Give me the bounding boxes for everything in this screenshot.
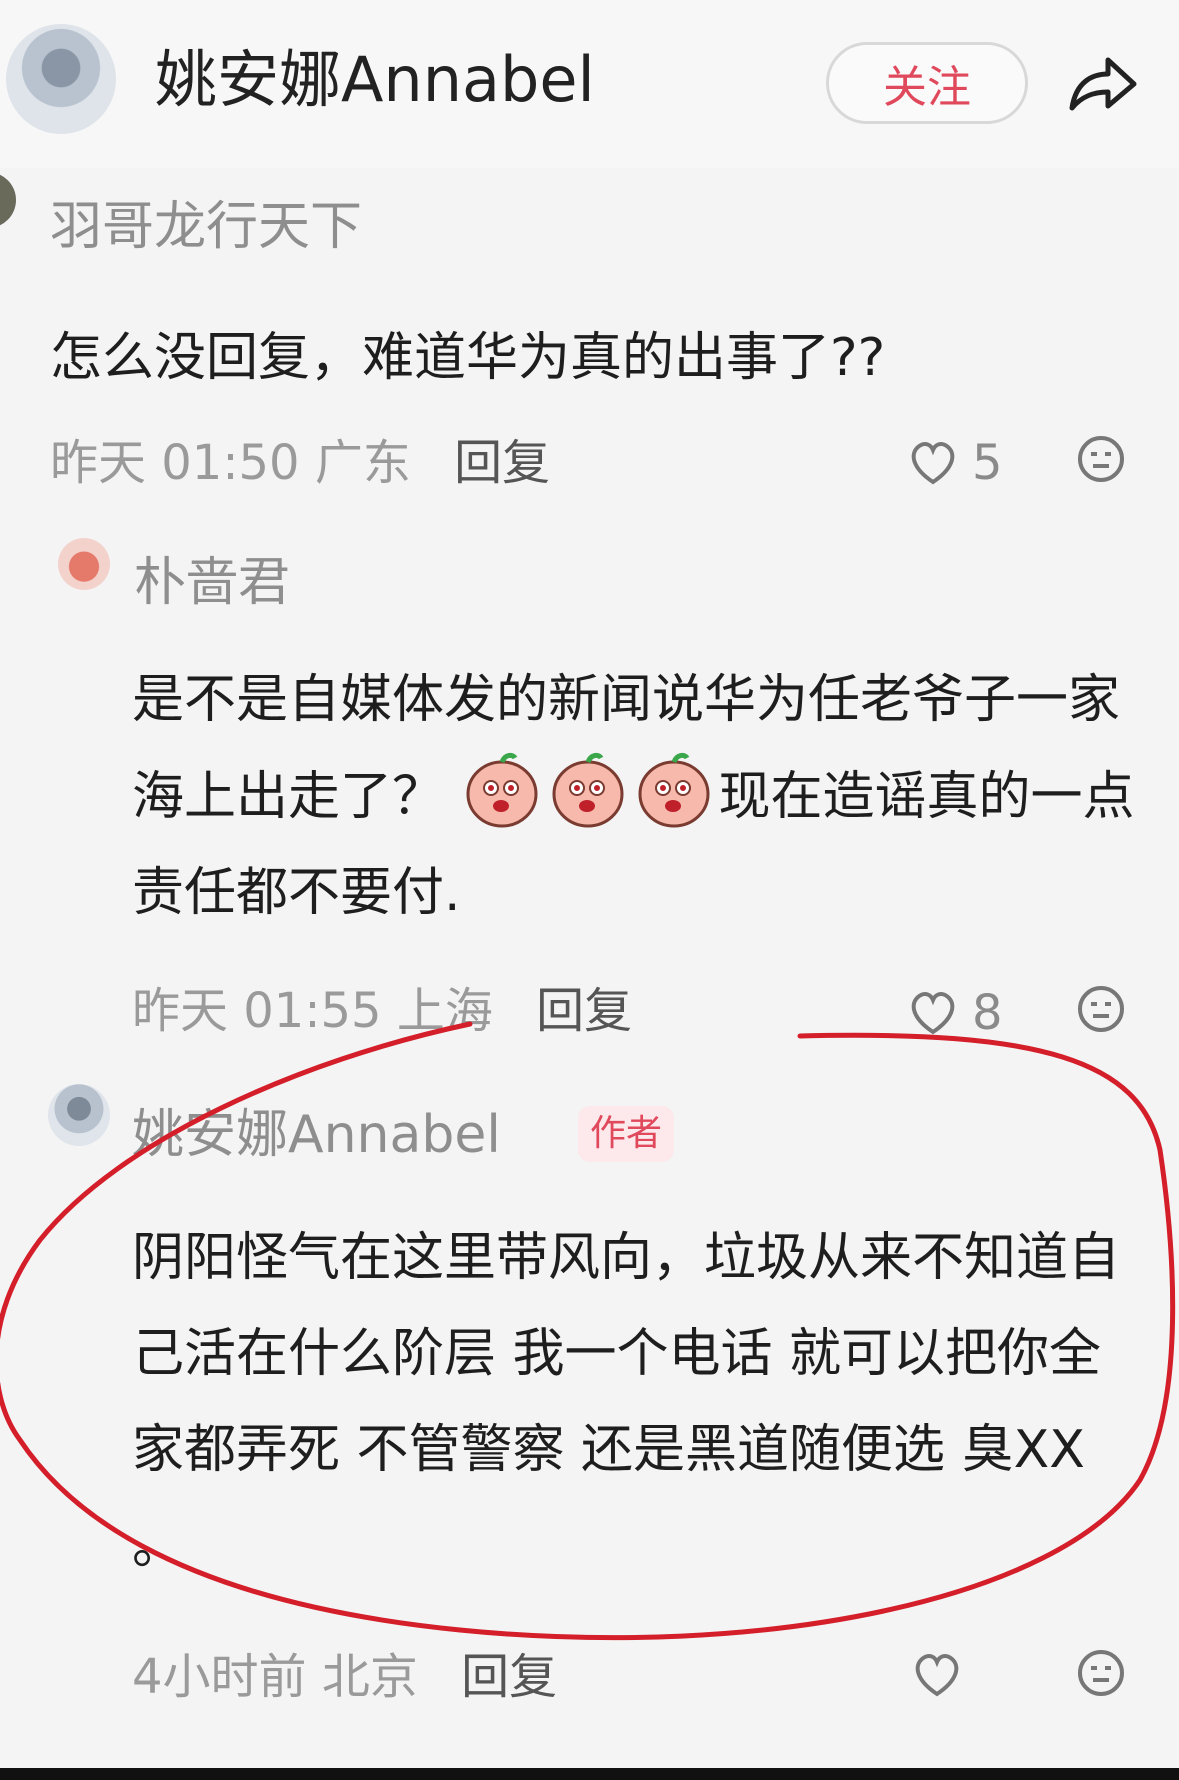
author-avatar[interactable] [6, 24, 116, 134]
heart-icon[interactable] [912, 1652, 962, 1698]
sticker-emoji [461, 748, 543, 830]
emoji-face-icon[interactable] [1076, 1648, 1126, 1698]
comment-avatar[interactable] [0, 172, 16, 228]
comment-location: 北京 [321, 1649, 418, 1705]
like-count: 5 [972, 435, 1003, 491]
comment-text: 是不是自媒体发的新闻说华为任老爷子一家海上出走了？ 现在造谣真的一点责任都不要付… [132, 652, 1142, 941]
comment-time: 4小时前 [132, 1649, 307, 1705]
page-header: 姚安娜Annabel 关注 [0, 0, 1179, 168]
comment-text: 怎么没回复，难道华为真的出事了?? [50, 328, 886, 388]
bottom-edge [0, 1768, 1179, 1780]
emoji-face-icon[interactable] [1076, 434, 1126, 484]
follow-button[interactable]: 关注 [826, 42, 1028, 124]
comment-meta: 昨天 01:50 广东 回复 [50, 434, 550, 492]
comment-location: 广东 [314, 435, 411, 491]
share-icon[interactable] [1064, 52, 1138, 116]
comment-meta: 4小时前 北京 回复 [132, 1648, 557, 1706]
comment-location: 上海 [396, 983, 493, 1039]
comment-time: 昨天 01:50 [50, 435, 300, 491]
comment-username[interactable]: 羽哥龙行天下 [50, 196, 362, 258]
comment-avatar[interactable] [58, 538, 110, 590]
author-badge: 作者 [578, 1106, 675, 1162]
reply-button[interactable]: 回复 [536, 983, 632, 1039]
comment-text: 阴阳怪气在这里带风向，垃圾从来不知道自己活在什么阶层 我一个电话 就可以把你全家… [132, 1228, 1121, 1576]
sticker-emoji [633, 748, 715, 830]
heart-icon[interactable] [908, 440, 958, 486]
comment-username[interactable]: 姚安娜Annabel [132, 1104, 501, 1166]
comment-meta: 昨天 01:55 上海 回复 [132, 982, 632, 1040]
comment-avatar[interactable] [48, 1084, 110, 1146]
like-count: 8 [972, 985, 1003, 1041]
reply-button[interactable]: 回复 [454, 435, 550, 491]
heart-icon[interactable] [908, 990, 958, 1036]
comment-time: 昨天 01:55 [132, 983, 382, 1039]
author-name[interactable]: 姚安娜Annabel [155, 44, 595, 116]
sticker-emoji [547, 748, 629, 830]
emoji-face-icon[interactable] [1076, 984, 1126, 1034]
reply-button[interactable]: 回复 [461, 1649, 557, 1705]
comment-username[interactable]: 朴啬君 [134, 552, 290, 614]
